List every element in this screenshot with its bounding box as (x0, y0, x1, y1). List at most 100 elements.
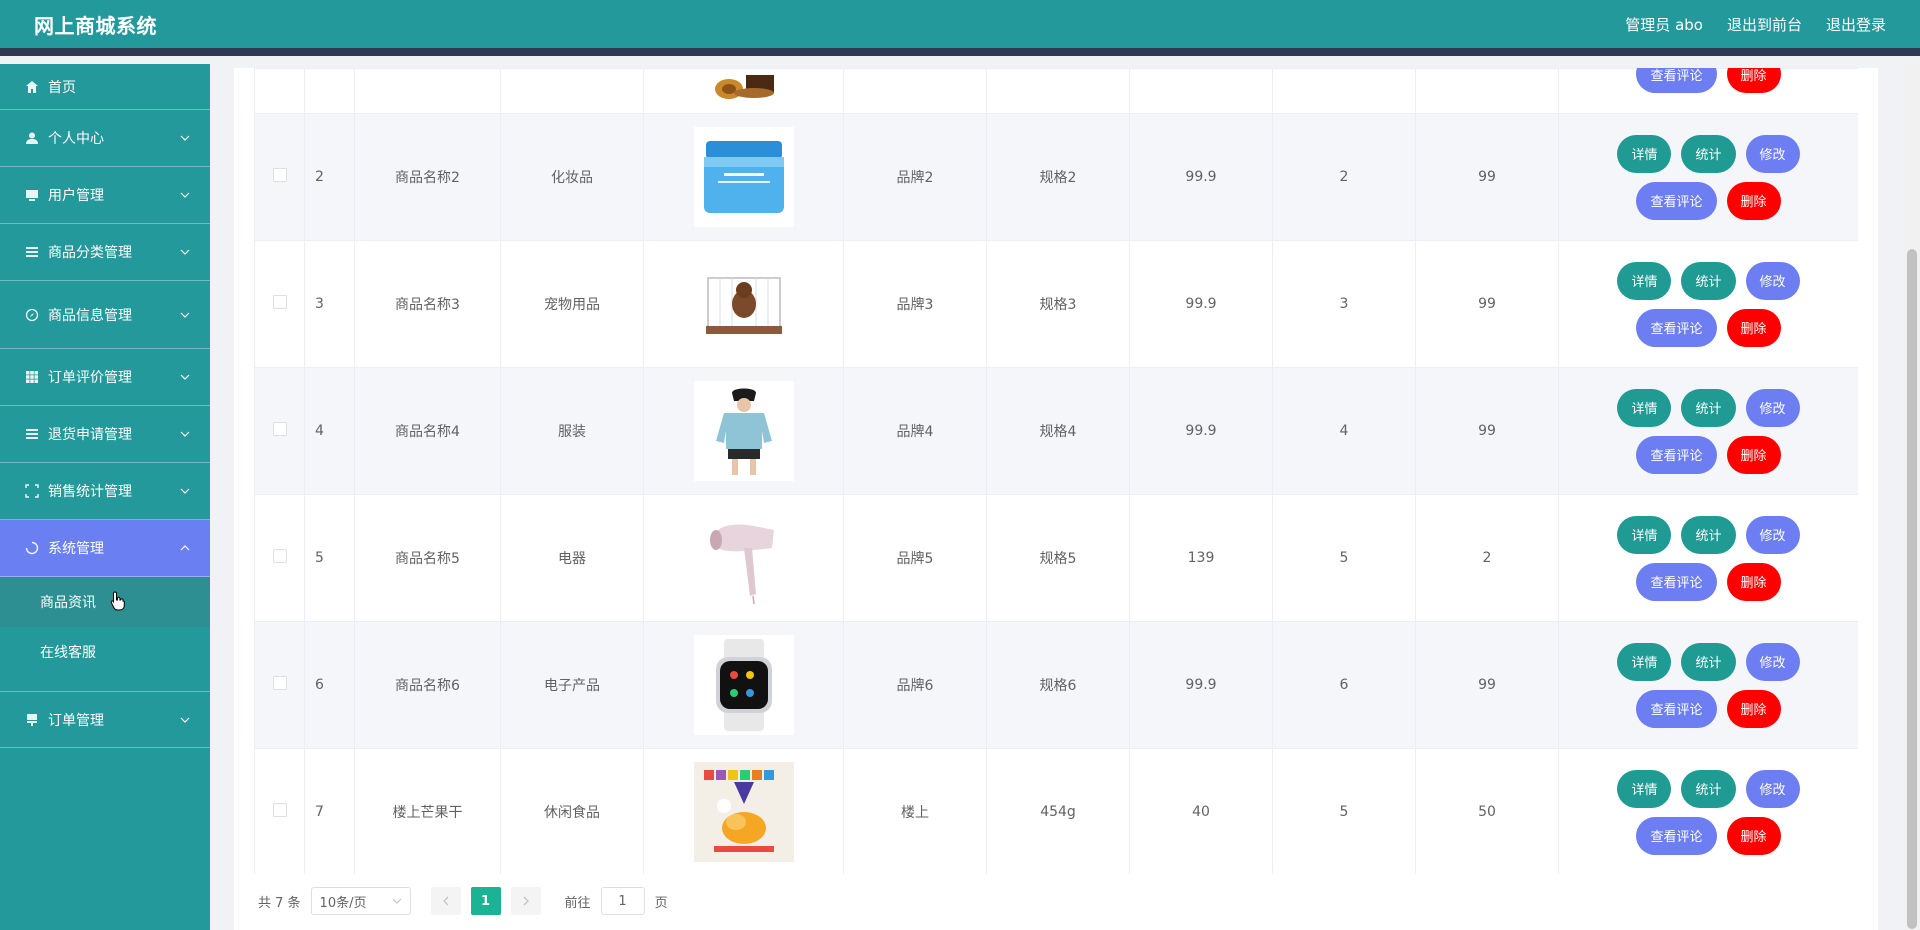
row-index: 4 (304, 367, 355, 495)
sidebar-item-label: 系统管理 (48, 541, 104, 557)
delete-button[interactable]: 删除 (1726, 689, 1781, 728)
row-checkbox[interactable] (272, 422, 287, 436)
vertical-scrollbar[interactable] (1904, 64, 1920, 930)
scrollbar-thumb[interactable] (1907, 249, 1917, 929)
sidebar-subitem-service[interactable]: 在线客服 (0, 627, 210, 677)
stats-button[interactable]: 统计 (1681, 134, 1736, 173)
monitor-icon (24, 187, 40, 203)
row-checkbox[interactable] (272, 676, 287, 690)
page-size-select[interactable]: 10条/页 (310, 887, 411, 915)
flag-icon (24, 712, 40, 728)
sidebar-item-product-info[interactable]: 商品信息管理 (0, 281, 210, 349)
stats-button[interactable]: 统计 (1681, 515, 1736, 554)
product-spec: 规格3 (986, 240, 1130, 368)
product-brand: 品牌4 (843, 367, 987, 495)
product-price: 99.9 (1129, 367, 1273, 495)
prev-page-button[interactable] (430, 887, 461, 915)
list-icon (24, 244, 40, 260)
sidebar-item-sales-stats[interactable]: 销售统计管理 (0, 463, 210, 520)
view-comments-button[interactable]: 查看评论 (1636, 816, 1717, 855)
sidebar-item-category[interactable]: 商品分类管理 (0, 224, 210, 281)
page-number-current[interactable]: 1 (470, 887, 501, 915)
stats-button[interactable]: 统计 (1681, 388, 1736, 427)
sidebar-item-label: 商品分类管理 (48, 245, 132, 261)
detail-button[interactable]: 详情 (1617, 515, 1672, 554)
stats-button[interactable]: 统计 (1681, 261, 1736, 300)
product-brand: 品牌2 (843, 113, 987, 241)
sidebar-item-label: 商品信息管理 (48, 307, 132, 324)
edit-button[interactable]: 修改 (1745, 642, 1800, 681)
row-checkbox[interactable] (272, 295, 287, 309)
row-checkbox[interactable] (272, 168, 287, 182)
product-category: 休闲食品 (500, 748, 644, 874)
grid-icon (24, 369, 40, 385)
product-stock: 99 (1415, 621, 1559, 749)
product-brand: 品牌3 (843, 240, 987, 368)
row-index: 6 (304, 621, 355, 749)
product-brand: 楼上 (843, 748, 987, 874)
delete-button[interactable]: 删除 (1726, 562, 1781, 601)
stats-button[interactable]: 统计 (1681, 642, 1736, 681)
edit-button[interactable]: 修改 (1745, 769, 1800, 808)
chevron-up-icon (180, 545, 190, 551)
stats-button[interactable]: 统计 (1681, 769, 1736, 808)
sidebar-item-orders[interactable]: 订单管理 (0, 691, 210, 748)
chevron-down-icon (180, 192, 190, 198)
product-qty: 4 (1272, 367, 1416, 495)
view-comments-button[interactable]: 查看评论 (1636, 562, 1717, 601)
chevron-down-icon (180, 717, 190, 723)
edit-button[interactable]: 修改 (1745, 261, 1800, 300)
sidebar-item-returns[interactable]: 退货申请管理 (0, 406, 210, 463)
sidebar-item-label: 用户管理 (48, 188, 104, 204)
chevron-down-icon (392, 898, 401, 904)
row-checkbox[interactable] (272, 549, 287, 563)
exit-to-front-link[interactable]: 退出到前台 (1727, 14, 1802, 35)
detail-button[interactable]: 详情 (1617, 388, 1672, 427)
delete-button[interactable]: 删除 (1726, 435, 1781, 474)
sidebar-item-users[interactable]: 用户管理 (0, 167, 210, 224)
view-comments-button[interactable]: 查看评论 (1636, 435, 1717, 474)
detail-button[interactable]: 详情 (1617, 134, 1672, 173)
product-qty: 6 (1272, 621, 1416, 749)
view-comments-button[interactable]: 查看评论 (1636, 181, 1717, 220)
sidebar-item-home[interactable]: 首页 (0, 64, 210, 110)
edit-button[interactable]: 修改 (1745, 515, 1800, 554)
view-comments-button[interactable]: 查看评论 (1636, 308, 1717, 347)
edit-button[interactable]: 修改 (1745, 388, 1800, 427)
detail-button[interactable]: 详情 (1617, 261, 1672, 300)
product-image (714, 75, 774, 99)
chevron-down-icon (180, 135, 190, 141)
chevron-down-icon (180, 249, 190, 255)
delete-button[interactable]: 删除 (1726, 816, 1781, 855)
product-stock: 99 (1415, 367, 1559, 495)
page-size-value: 10条/页 (319, 895, 367, 911)
row-checkbox[interactable] (272, 803, 287, 817)
sidebar-item-label: 首页 (48, 79, 76, 96)
view-comments-button[interactable]: 查看评论 (1636, 689, 1717, 728)
detail-button[interactable]: 详情 (1617, 769, 1672, 808)
view-comments-button[interactable]: 查看评论 (1636, 68, 1717, 93)
admin-label: 管理员 abo (1625, 15, 1703, 34)
sidebar-subitem-news[interactable]: 商品资讯 (0, 577, 210, 627)
table-row: 2 商品名称2 化妆品 品牌2 规格2 99.9 2 99 详情 统计 修改 查… (254, 113, 1858, 241)
product-category: 宠物用品 (500, 240, 644, 368)
sidebar-item-system[interactable]: 系统管理 (0, 520, 210, 577)
delete-button[interactable]: 删除 (1726, 308, 1781, 347)
next-page-button[interactable] (510, 887, 541, 915)
edit-button[interactable]: 修改 (1745, 134, 1800, 173)
delete-button[interactable]: 删除 (1726, 68, 1781, 93)
product-name: 商品名称4 (354, 367, 501, 495)
product-stock: 50 (1415, 748, 1559, 874)
frame-icon (24, 483, 40, 499)
product-spec: 规格2 (986, 113, 1130, 241)
delete-button[interactable]: 删除 (1726, 181, 1781, 220)
goto-page-input[interactable]: 1 (600, 887, 645, 915)
loading-icon (24, 540, 40, 556)
sidebar-item-profile[interactable]: 个人中心 (0, 110, 210, 167)
detail-button[interactable]: 详情 (1617, 642, 1672, 681)
sidebar-item-order-reviews[interactable]: 订单评价管理 (0, 349, 210, 406)
product-image-snack-bag (693, 762, 794, 862)
row-index: 5 (304, 494, 355, 622)
logout-link[interactable]: 退出登录 (1826, 14, 1886, 35)
product-image-hoodie (693, 381, 794, 481)
